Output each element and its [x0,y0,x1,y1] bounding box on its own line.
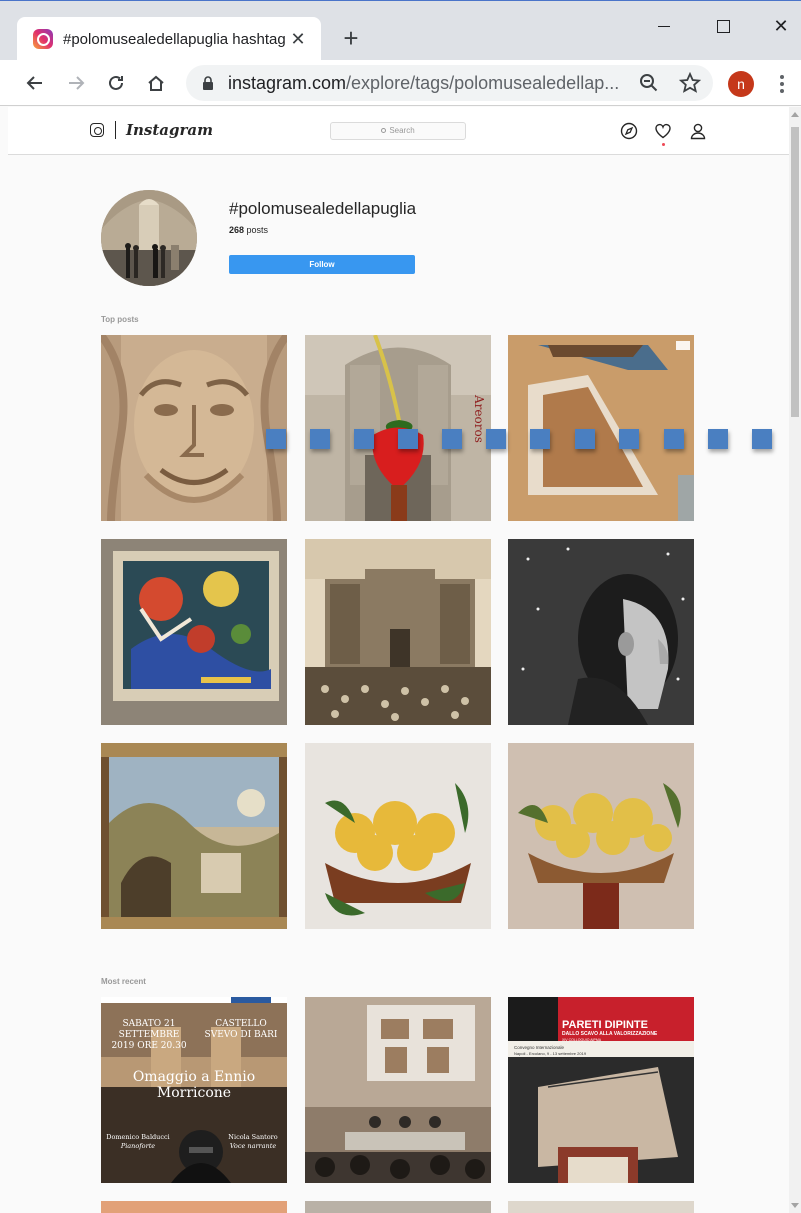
hashtag-profile-picture [101,190,197,286]
post-pareti-dipinte[interactable]: PARETI DIPINTE DALLO SCAVO ALLA VALORIZZ… [508,997,694,1183]
browser-tab[interactable]: #polomusealedellapuglia hashtag ✕ [17,17,321,61]
pareti-event: Convegno Internazionale [514,1045,565,1050]
browser-toolbar: instagram.com/explore/tags/polomusealede… [0,60,801,106]
close-icon[interactable]: ✕ [287,28,309,50]
top-posts-heading: Top posts [101,315,139,324]
pareti-place: Napoli - Ercolano, 9 - 13 settembre 2019 [514,1051,587,1056]
browser-titlebar: #polomusealedellapuglia hashtag ✕ + ✕ [0,0,801,61]
overlay-marker [398,429,418,449]
back-arrow-icon[interactable] [20,68,50,98]
pareti-subtitle: DALLO SCAVO ALLA VALORIZZAZIONE [562,1031,658,1037]
post-fruit-basket-painting[interactable] [305,743,491,929]
post-morricone-concert[interactable]: SABATO 21 SETTEMBRE 2019 ORE 20.30 CASTE… [101,997,287,1183]
tab-title: #polomusealedellapuglia hashtag [63,30,286,48]
instagram-favicon-icon [33,29,53,49]
minimize-icon[interactable] [635,11,693,41]
post-strawberry-sculpture[interactable]: Areoros [305,335,491,521]
plus-icon[interactable]: + [338,25,364,51]
overlay-marker [575,429,595,449]
instagram-glyph-icon[interactable] [90,123,104,137]
search-placeholder: Search [389,126,415,135]
forward-arrow-icon[interactable] [61,68,91,98]
post-excavation[interactable] [508,335,694,521]
home-icon[interactable] [141,68,171,98]
scroll-down-icon[interactable] [791,1203,799,1208]
address-bar[interactable]: instagram.com/explore/tags/polomusealede… [186,65,713,101]
posts-count: 268 posts [229,225,269,235]
page-scrollbar[interactable] [789,107,801,1213]
reload-icon[interactable] [101,68,131,98]
person-icon[interactable] [689,122,707,140]
overlay-marker [619,429,639,449]
header-divider [115,121,116,139]
overlay-marker [486,429,506,449]
follow-button[interactable]: Follow [229,255,415,274]
concert-date-text: SABATO 21 SETTEMBRE 2019 ORE 20.30 [111,1019,187,1051]
post-castel-del-monte-engraving[interactable] [305,539,491,725]
performer-1-name: Domenico Balducci [106,1133,170,1141]
page-viewport: Instagram Search #polomusealedellapuglia… [8,107,789,1213]
post-framed-painting[interactable] [101,539,287,725]
compass-icon[interactable] [620,122,638,140]
star-icon[interactable] [678,71,702,95]
url-text[interactable]: instagram.com/explore/tags/polomusealede… [228,73,619,94]
overlay-marker [310,429,330,449]
instagram-header: Instagram Search [8,107,789,155]
post-landscape-painting[interactable] [101,743,287,929]
lock-icon[interactable] [202,76,214,90]
profile-avatar[interactable]: n [728,71,754,97]
instagram-wordmark[interactable]: Instagram [126,121,213,139]
scroll-up-icon[interactable] [791,112,799,117]
post-partial-3[interactable] [508,1201,694,1213]
strawberry-text: Areoros [472,394,486,443]
pareti-colloquio: XIV COLLOQUIO AIPMA [562,1038,602,1042]
post-conference-room[interactable] [305,997,491,1183]
post-portrait-woman[interactable] [508,539,694,725]
overlay-marker [354,429,374,449]
most-recent-heading: Most recent [101,977,146,986]
search-input[interactable]: Search [330,122,466,140]
post-partial-1[interactable] [101,1201,287,1213]
post-partial-2[interactable] [305,1201,491,1213]
performer-1-role: Pianoforte [120,1142,156,1150]
concert-title-text: Omaggio a Ennio Morricone [132,1069,256,1101]
zoom-icon[interactable] [637,71,661,95]
performer-2-name: Nicola Santoro [228,1133,278,1141]
maximize-icon[interactable] [694,11,752,41]
overlay-marker [266,429,286,449]
overlay-marker [530,429,550,449]
overlay-marker [708,429,728,449]
overlay-marker [442,429,462,449]
scroll-thumb[interactable] [791,127,799,417]
pareti-title: PARETI DIPINTE [562,1019,648,1031]
hashtag-title: #polomusealedellapuglia [229,199,417,218]
heart-icon[interactable] [654,122,672,140]
kebab-menu-icon[interactable] [770,70,794,98]
concert-venue-text: CASTELLO SVEVO DI BARI [204,1019,278,1040]
performer-2-role: Voce narrante [229,1142,277,1150]
post-fruit-basket-pedestal[interactable] [508,743,694,929]
search-icon [381,128,387,133]
overlay-marker [752,429,772,449]
overlay-marker [664,429,684,449]
notification-dot [662,143,665,146]
close-window-icon[interactable]: ✕ [752,11,801,41]
post-stone-mask[interactable] [101,335,287,521]
